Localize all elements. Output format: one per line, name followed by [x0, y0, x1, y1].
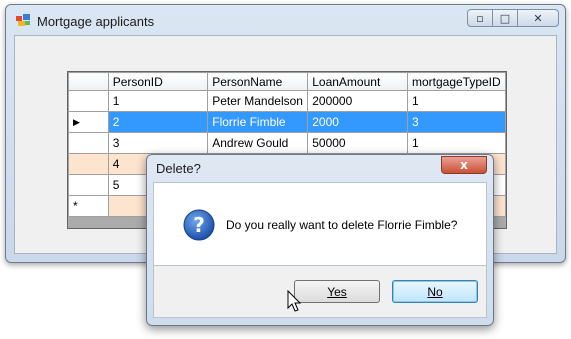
- row-header[interactable]: [68, 153, 109, 175]
- caption-buttons: ▫ □ ✕: [467, 9, 559, 27]
- cell-loanamount[interactable]: 200000: [307, 90, 408, 112]
- column-header-personname[interactable]: PersonName: [207, 72, 309, 91]
- title-bar[interactable]: Mortgage applicants ▫ □ ✕: [6, 5, 565, 35]
- close-button[interactable]: ✕: [517, 9, 559, 27]
- corner-header[interactable]: [68, 72, 109, 91]
- column-header-personid[interactable]: PersonID: [107, 72, 209, 91]
- new-row-marker[interactable]: *: [68, 195, 109, 217]
- cell-personname[interactable]: Florrie Fimble: [207, 111, 309, 133]
- dialog-footer: Yes No: [153, 266, 487, 318]
- yes-button-label: Yes: [327, 284, 347, 299]
- close-icon: x: [460, 158, 468, 172]
- row-header[interactable]: [68, 174, 109, 196]
- delete-dialog: Delete? x ? Do you really want to delete…: [146, 154, 494, 326]
- screen: Mortgage applicants ▫ □ ✕ PersonID Perso…: [0, 0, 571, 339]
- row-header[interactable]: [68, 132, 109, 154]
- no-button-label: No: [427, 284, 443, 299]
- header-row: PersonID PersonName LoanAmount mortgageT…: [68, 72, 507, 91]
- table-row-selected[interactable]: ▶ 2 Florrie Fimble 2000 3: [68, 111, 507, 133]
- cell-personid[interactable]: 2: [107, 111, 209, 133]
- cell-mortgagetypeid[interactable]: 1: [406, 90, 507, 112]
- cell-loanamount[interactable]: 2000: [307, 111, 408, 133]
- minimize-icon: ▫: [476, 11, 484, 25]
- app-icon: [16, 14, 30, 26]
- yes-button[interactable]: Yes: [294, 280, 380, 303]
- dialog-close-button[interactable]: x: [441, 156, 487, 174]
- question-icon: ?: [183, 209, 215, 241]
- cell-personname[interactable]: Andrew Gould: [207, 132, 309, 154]
- cell-personid[interactable]: 1: [107, 90, 209, 112]
- minimize-button[interactable]: ▫: [467, 9, 493, 27]
- maximize-button[interactable]: □: [492, 9, 518, 27]
- table-row[interactable]: 1 Peter Mandelson 200000 1: [68, 90, 507, 112]
- column-header-loanamount[interactable]: LoanAmount: [307, 72, 408, 91]
- row-header[interactable]: [68, 90, 109, 112]
- cell-personid[interactable]: 3: [107, 132, 209, 154]
- svg-text:?: ?: [193, 213, 205, 237]
- no-button[interactable]: No: [392, 280, 478, 303]
- mouse-cursor: [287, 290, 302, 312]
- table-row[interactable]: 3 Andrew Gould 50000 1: [68, 132, 507, 154]
- window-title: Mortgage applicants: [37, 14, 155, 29]
- cell-mortgagetypeid[interactable]: 1: [406, 132, 507, 154]
- dialog-body: ? Do you really want to delete Florrie F…: [153, 182, 487, 266]
- close-icon: ✕: [533, 11, 543, 25]
- cell-mortgagetypeid[interactable]: 3: [406, 111, 507, 133]
- dialog-message: Do you really want to delete Florrie Fim…: [226, 218, 458, 232]
- dialog-title: Delete?: [156, 161, 201, 176]
- cell-personname[interactable]: Peter Mandelson: [207, 90, 309, 112]
- row-header-current-marker[interactable]: ▶: [68, 111, 109, 133]
- column-header-mortgagetypeid[interactable]: mortgageTypeID: [406, 72, 507, 91]
- maximize-icon: □: [499, 11, 511, 25]
- cell-loanamount[interactable]: 50000: [307, 132, 408, 154]
